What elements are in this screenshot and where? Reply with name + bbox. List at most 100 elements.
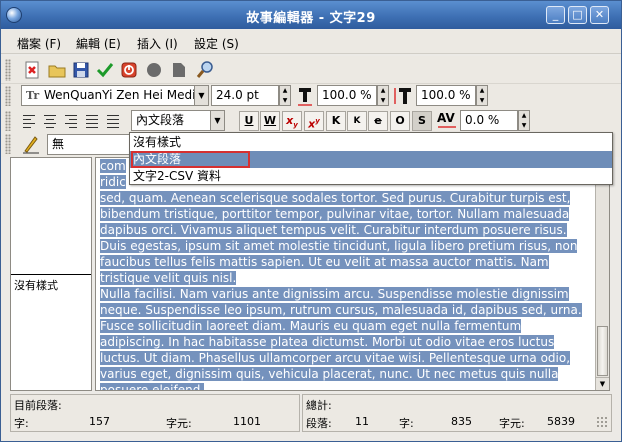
- paragraphs-label: 段落:: [306, 417, 332, 430]
- char-style-value: 無: [52, 137, 65, 151]
- dropdown-item-body-paragraph[interactable]: 內文段落: [130, 151, 612, 168]
- reload-icon[interactable]: [119, 60, 139, 80]
- scrollbar-thumb[interactable]: [597, 326, 608, 376]
- align-justify-icon[interactable]: [84, 111, 100, 130]
- menubar: 檔案 (F) 編輯 (E) 插入 (I) 設定 (S): [1, 30, 621, 54]
- menu-insert[interactable]: 插入 (I): [137, 35, 178, 52]
- text-line: Nulla facilisi. Nam varius ante dignissi…: [100, 287, 569, 301]
- word-underline-button[interactable]: W: [260, 111, 280, 131]
- align-left-icon[interactable]: [21, 111, 37, 130]
- text-line: varius eget, dignissim quis, vehicula pl…: [100, 367, 559, 381]
- vertical-scale-input[interactable]: 100.0 %: [416, 85, 476, 106]
- align-right-icon[interactable]: [63, 111, 79, 130]
- chars-value: 1101: [233, 415, 261, 428]
- toolbar-grip[interactable]: [5, 111, 11, 131]
- strikethrough-button[interactable]: e: [368, 111, 388, 131]
- underline-button[interactable]: U: [239, 111, 259, 131]
- vertical-scale-icon: [392, 86, 414, 106]
- char-style-select[interactable]: 無: [47, 134, 131, 155]
- font-size-stepper[interactable]: ▲ ▼: [279, 85, 291, 106]
- total-words-label: 字:: [399, 417, 414, 430]
- check-icon[interactable]: [95, 60, 115, 80]
- text-editor[interactable]: com ridic sed, quam. Aenean scelerisque …: [95, 157, 610, 391]
- toolbar-grip[interactable]: [5, 59, 11, 81]
- text-line: Duis egestas, ipsum sit amet molestie ti…: [100, 239, 578, 253]
- subscript-button[interactable]: xy: [282, 111, 302, 131]
- folder-icon[interactable]: [169, 60, 189, 80]
- style-toolbar: 內文段落 ▼ U W xy xy K K e O S AV 0.0 % ▲ ▼: [1, 110, 621, 133]
- text-line: faucibus tellus felis mattis sapien. Ut …: [100, 255, 549, 269]
- superscript-button[interactable]: xy: [304, 111, 324, 131]
- align-center-icon[interactable]: [42, 111, 58, 130]
- vertical-scale-stepper[interactable]: ▲ ▼: [476, 85, 488, 106]
- truetype-icon: Tr: [26, 89, 40, 102]
- text-line: bibendum tristique, porttitor tempor, pu…: [100, 207, 570, 221]
- all-caps-button[interactable]: K: [326, 111, 346, 131]
- close-button[interactable]: ✕: [590, 6, 609, 24]
- tracking-stepper[interactable]: ▲ ▼: [518, 110, 530, 131]
- chevron-down-icon[interactable]: ▼: [194, 86, 208, 105]
- story-editor-window: 故事編輯器 - 文字29 _ □ ✕ 檔案 (F) 編輯 (E) 插入 (I) …: [0, 0, 622, 442]
- font-size-input[interactable]: 24.0 pt: [211, 85, 279, 106]
- text-line: com: [100, 159, 126, 173]
- pencil-icon[interactable]: [21, 134, 41, 154]
- total-words-value: 835: [451, 415, 472, 428]
- menu-settings[interactable]: 設定 (S): [194, 35, 239, 52]
- resize-grip[interactable]: [596, 416, 608, 428]
- words-value: 157: [89, 415, 110, 428]
- total-stats: 總計: 段落: 11 字: 835 字元: 5839: [302, 394, 612, 432]
- toolbar-grip[interactable]: [5, 134, 11, 154]
- paragraphs-value: 11: [355, 415, 369, 428]
- status-bar: 目前段落: 字: 157 字元: 1101 總計: 段落: 11 字: 835 …: [10, 394, 612, 432]
- paragraph-style-value: 內文段落: [136, 113, 185, 127]
- horizontal-scale-input[interactable]: 100.0 %: [317, 85, 377, 106]
- horizontal-scale-stepper[interactable]: ▲ ▼: [377, 85, 389, 106]
- chars-label: 字元:: [166, 417, 192, 430]
- current-paragraph-label: 目前段落:: [14, 399, 62, 412]
- font-family-select[interactable]: Tr WenQuanYi Zen Hei Mediu ▼: [21, 85, 209, 106]
- tracking-icon: AV: [436, 110, 458, 131]
- text-line: Fusce sollicitudin laoreet diam. Mauris …: [100, 319, 522, 333]
- font-family-value: WenQuanYi Zen Hei Mediu: [44, 88, 204, 102]
- text-line: posuere eleifend.: [100, 383, 205, 390]
- paragraph-style-dropdown: 沒有樣式 內文段落 文字2-CSV 資料: [129, 132, 613, 185]
- text-line: ridic: [100, 175, 126, 189]
- open-folder-icon[interactable]: [47, 60, 67, 80]
- vertical-scrollbar[interactable]: ▼: [595, 158, 609, 390]
- svg-text:AV: AV: [437, 111, 455, 125]
- text-line: adipiscing. In hac habitasse platea dict…: [100, 335, 555, 349]
- dropdown-item-no-style[interactable]: 沒有樣式: [130, 134, 612, 151]
- titlebar[interactable]: 故事編輯器 - 文字29 _ □ ✕: [1, 1, 621, 29]
- save-icon[interactable]: [71, 60, 91, 80]
- total-chars-value: 5839: [547, 415, 575, 428]
- paragraph-style-panel: 沒有樣式: [10, 157, 92, 391]
- menu-file[interactable]: 檔案 (F): [17, 35, 61, 52]
- align-force-icon[interactable]: [105, 111, 121, 130]
- text-line: neque. Suspendisse leo ipsum, rutrum cur…: [100, 303, 582, 317]
- tracking-input[interactable]: 0.0 %: [460, 110, 518, 131]
- menu-edit[interactable]: 編輯 (E): [76, 35, 121, 52]
- toolbar-grip[interactable]: [5, 86, 11, 106]
- text-line: tristique velit quis nisl.: [100, 271, 237, 285]
- horizontal-scale-icon: [295, 86, 315, 106]
- window-title: 故事編輯器 - 文字29: [246, 11, 376, 26]
- text-line: luctus. Ut diam. Phasellus ullamcorper a…: [100, 351, 571, 365]
- search-icon[interactable]: [195, 60, 215, 80]
- panel-style-label: 沒有樣式: [14, 279, 58, 292]
- selection-highlight-box: [131, 151, 250, 168]
- dropdown-item-csv-data[interactable]: 文字2-CSV 資料: [130, 168, 612, 185]
- outline-button[interactable]: O: [390, 111, 410, 131]
- shadow-button[interactable]: S: [412, 111, 432, 131]
- paragraph-style-select[interactable]: 內文段落 ▼: [131, 110, 225, 131]
- font-toolbar: Tr WenQuanYi Zen Hei Mediu ▼ 24.0 pt ▲ ▼ …: [1, 84, 621, 110]
- small-caps-button[interactable]: K: [347, 111, 367, 131]
- minimize-button[interactable]: _: [546, 6, 565, 24]
- main-toolbar: [1, 56, 621, 84]
- total-chars-label: 字元:: [499, 417, 525, 430]
- new-doc-icon[interactable]: [22, 60, 42, 80]
- text-content[interactable]: com ridic sed, quam. Aenean scelerisque …: [100, 158, 588, 390]
- scroll-down-button[interactable]: ▼: [596, 377, 609, 390]
- circle-icon[interactable]: [144, 60, 164, 80]
- maximize-button[interactable]: □: [568, 6, 587, 24]
- chevron-down-icon[interactable]: ▼: [210, 111, 224, 130]
